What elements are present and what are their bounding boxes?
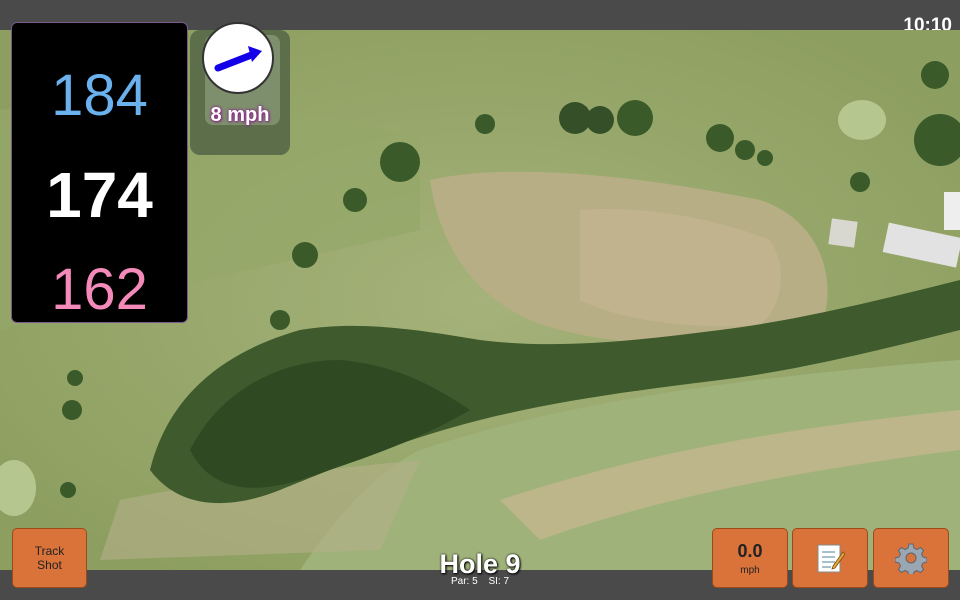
gear-icon (895, 543, 927, 574)
speed-button[interactable]: 0.0 mph (712, 528, 788, 588)
hole-info: Par: 5 SI: 7 (380, 576, 580, 587)
notepad-icon (817, 544, 845, 573)
notes-button[interactable] (792, 528, 868, 588)
speed-unit: mph (740, 564, 760, 576)
back-distance: 184 (51, 63, 148, 128)
hole-stroke-index: SI: 7 (488, 576, 510, 587)
wind-indicator (202, 22, 274, 94)
settings-button[interactable] (873, 528, 949, 588)
arrow-east-icon (214, 46, 262, 72)
track-shot-button[interactable]: Track Shot (12, 528, 87, 588)
wind-speed: 8 mph (210, 104, 270, 126)
front-distance: 162 (51, 257, 148, 322)
distance-panel: 184 174 162 (11, 22, 188, 323)
middle-distance: 174 (46, 159, 153, 231)
track-shot-label: Track Shot (34, 544, 65, 572)
speed-value: 0.0 (737, 540, 763, 561)
hole-par: Par: 5 (450, 576, 478, 587)
